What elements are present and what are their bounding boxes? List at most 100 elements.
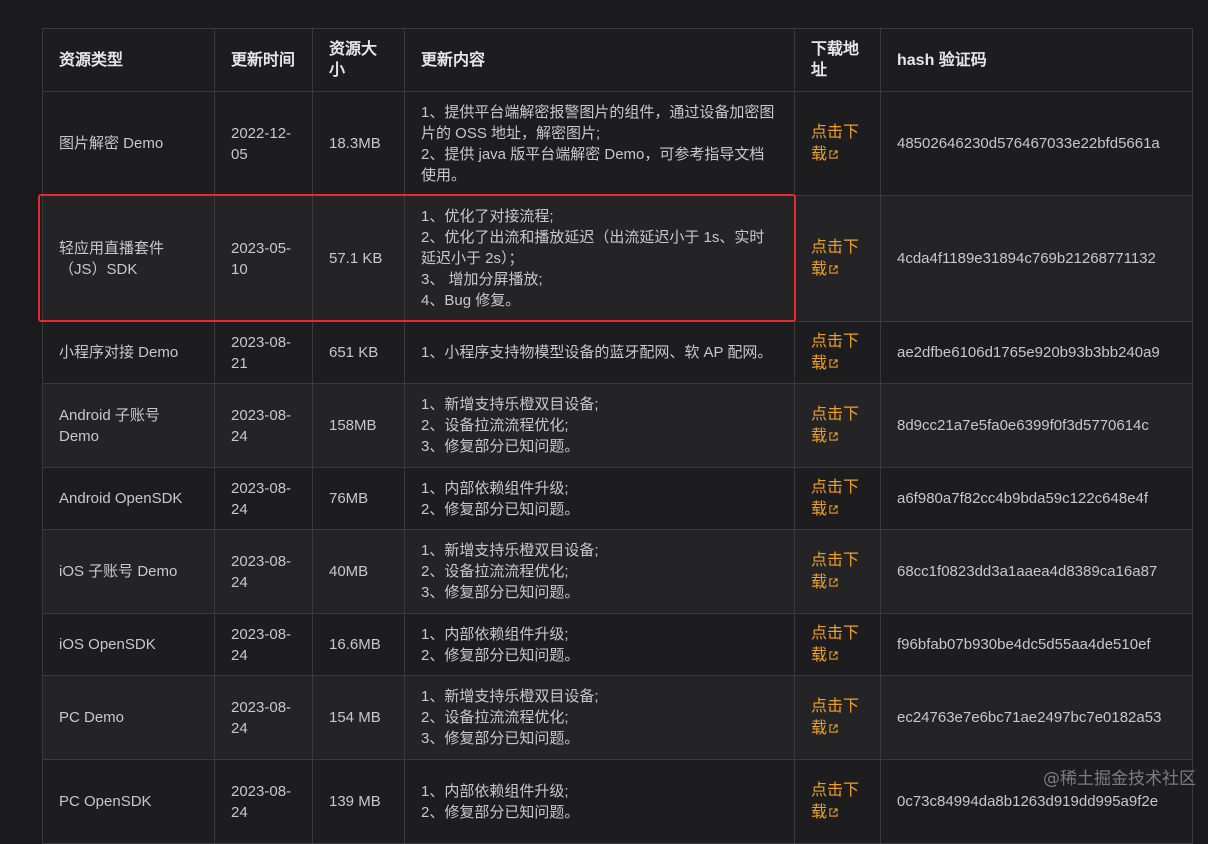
table-row: 图片解密 Demo 2022-12-05 18.3MB 1、提供平台端解密报警图…: [43, 92, 1193, 196]
update-date: 2023-08-24: [231, 407, 291, 445]
update-date: 2023-05-10: [231, 240, 291, 278]
hash-code: 48502646230d576467033e22bfd5661a: [897, 135, 1160, 152]
content-line: 2、修复部分已知问题。: [421, 645, 778, 666]
cell-date: 2023-08-24: [215, 760, 313, 844]
content-line: 2、设备拉流流程优化;: [421, 707, 778, 728]
cell-hash: ae2dfbe6106d1765e920b93b3bb240a9: [881, 322, 1193, 384]
table-row: 轻应用直播套件（JS）SDK 2023-05-10 57.1 KB 1、优化了对…: [43, 196, 1193, 322]
content-line: 2、设备拉流流程优化;: [421, 415, 778, 436]
content-line: 3、修复部分已知问题。: [421, 582, 778, 603]
header-hash: hash 验证码: [881, 29, 1193, 92]
hash-code: ec24763e7e6bc71ae2497bc7e0182a53: [897, 709, 1161, 726]
table-row: iOS OpenSDK 2023-08-24 16.6MB 1、内部依赖组件升级…: [43, 614, 1193, 676]
download-link[interactable]: 点击下载: [811, 406, 859, 445]
cell-size: 154 MB: [313, 676, 405, 760]
update-date: 2023-08-24: [231, 553, 291, 591]
cell-date: 2023-08-24: [215, 384, 313, 468]
table-row: Android 子账号 Demo 2023-08-24 158MB 1、新增支持…: [43, 384, 1193, 468]
table-header-row: 资源类型 更新时间 资源大小 更新内容 下载地址 hash 验证码: [43, 29, 1193, 92]
cell-download: 点击下载: [795, 384, 881, 468]
cell-type: iOS OpenSDK: [43, 614, 215, 676]
resource-size: 18.3MB: [329, 135, 381, 152]
cell-download: 点击下载: [795, 760, 881, 844]
download-link[interactable]: 点击下载: [811, 782, 859, 821]
resource-type: 小程序对接 Demo: [59, 344, 178, 361]
update-date: 2023-08-21: [231, 334, 291, 372]
cell-size: 16.6MB: [313, 614, 405, 676]
cell-size: 158MB: [313, 384, 405, 468]
external-link-icon: [829, 651, 838, 660]
content-line: 1、新增支持乐橙双目设备;: [421, 686, 778, 707]
header-type: 资源类型: [43, 29, 215, 92]
resource-size: 651 KB: [329, 344, 378, 361]
download-link[interactable]: 点击下载: [811, 625, 859, 664]
table-row: PC Demo 2023-08-24 154 MB 1、新增支持乐橙双目设备;2…: [43, 676, 1193, 760]
content-line: 3、修复部分已知问题。: [421, 436, 778, 457]
cell-hash: ec24763e7e6bc71ae2497bc7e0182a53: [881, 676, 1193, 760]
table-row: Android OpenSDK 2023-08-24 76MB 1、内部依赖组件…: [43, 468, 1193, 530]
download-link[interactable]: 点击下载: [811, 698, 859, 737]
resource-type: Android OpenSDK: [59, 490, 182, 507]
content-line: 2、提供 java 版平台端解密 Demo，可参考指导文档使用。: [421, 144, 778, 186]
cell-size: 40MB: [313, 530, 405, 614]
cell-content: 1、优化了对接流程;2、优化了出流和播放延迟（出流延迟小于 1s、实时延迟小于 …: [405, 196, 795, 322]
cell-type: Android 子账号 Demo: [43, 384, 215, 468]
cell-size: 76MB: [313, 468, 405, 530]
cell-date: 2023-08-24: [215, 614, 313, 676]
download-link[interactable]: 点击下载: [811, 124, 859, 163]
cell-type: 小程序对接 Demo: [43, 322, 215, 384]
content-line: 3、 增加分屏播放;: [421, 269, 778, 290]
hash-code: 0c73c84994da8b1263d919dd995a9f2e: [897, 793, 1158, 810]
cell-content: 1、小程序支持物模型设备的蓝牙配网、软 AP 配网。: [405, 322, 795, 384]
content-line: 1、内部依赖组件升级;: [421, 624, 778, 645]
hash-code: 68cc1f0823dd3a1aaea4d8389ca16a87: [897, 563, 1157, 580]
content-line: 2、修复部分已知问题。: [421, 802, 778, 823]
resource-size: 57.1 KB: [329, 250, 382, 267]
header-size: 资源大小: [313, 29, 405, 92]
content-line: 4、Bug 修复。: [421, 290, 778, 311]
download-link[interactable]: 点击下载: [811, 239, 859, 278]
cell-type: 轻应用直播套件（JS）SDK: [43, 196, 215, 322]
update-date: 2023-08-24: [231, 699, 291, 737]
resource-type: iOS OpenSDK: [59, 636, 156, 653]
external-link-icon: [829, 505, 838, 514]
cell-type: Android OpenSDK: [43, 468, 215, 530]
resource-size: 16.6MB: [329, 636, 381, 653]
update-date: 2023-08-24: [231, 480, 291, 518]
hash-code: 4cda4f1189e31894c769b21268771132: [897, 250, 1156, 267]
download-link[interactable]: 点击下载: [811, 333, 859, 372]
cell-date: 2023-08-24: [215, 530, 313, 614]
cell-date: 2022-12-05: [215, 92, 313, 196]
cell-download: 点击下载: [795, 92, 881, 196]
resource-type: Android 子账号 Demo: [59, 407, 160, 445]
resource-type: PC Demo: [59, 709, 124, 726]
external-link-icon: [829, 432, 838, 441]
content-line: 3、修复部分已知问题。: [421, 728, 778, 749]
update-date: 2022-12-05: [231, 125, 291, 163]
cell-download: 点击下载: [795, 196, 881, 322]
cell-size: 651 KB: [313, 322, 405, 384]
resource-size: 158MB: [329, 417, 377, 434]
update-date: 2023-08-24: [231, 626, 291, 664]
content-line: 1、新增支持乐橙双目设备;: [421, 394, 778, 415]
cell-date: 2023-08-24: [215, 468, 313, 530]
content-line: 1、新增支持乐橙双目设备;: [421, 540, 778, 561]
download-link[interactable]: 点击下载: [811, 552, 859, 591]
cell-size: 139 MB: [313, 760, 405, 844]
external-link-icon: [829, 150, 838, 159]
cell-hash: 48502646230d576467033e22bfd5661a: [881, 92, 1193, 196]
download-link[interactable]: 点击下载: [811, 479, 859, 518]
content-line: 2、优化了出流和播放延迟（出流延迟小于 1s、实时延迟小于 2s）；: [421, 227, 778, 269]
cell-content: 1、新增支持乐橙双目设备;2、设备拉流流程优化;3、修复部分已知问题。: [405, 384, 795, 468]
cell-download: 点击下载: [795, 468, 881, 530]
resource-size: 139 MB: [329, 793, 381, 810]
hash-code: ae2dfbe6106d1765e920b93b3bb240a9: [897, 344, 1160, 361]
header-date: 更新时间: [215, 29, 313, 92]
cell-size: 18.3MB: [313, 92, 405, 196]
cell-hash: 8d9cc21a7e5fa0e6399f0f3d5770614c: [881, 384, 1193, 468]
cell-date: 2023-08-24: [215, 676, 313, 760]
cell-size: 57.1 KB: [313, 196, 405, 322]
table-row: 小程序对接 Demo 2023-08-21 651 KB 1、小程序支持物模型设…: [43, 322, 1193, 384]
cell-type: iOS 子账号 Demo: [43, 530, 215, 614]
cell-content: 1、新增支持乐橙双目设备;2、设备拉流流程优化;3、修复部分已知问题。: [405, 530, 795, 614]
